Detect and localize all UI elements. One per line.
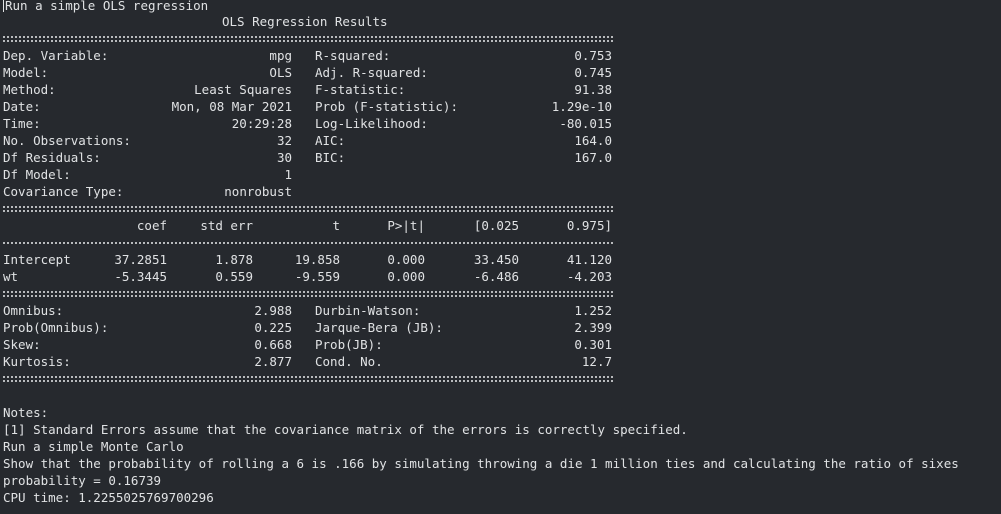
summary-value: 167.0: [574, 150, 612, 165]
run-monte-carlo-label: Run a simple Monte Carlo: [3, 439, 184, 454]
coef-header: t: [332, 218, 340, 233]
diag-value: 0.668: [254, 337, 292, 352]
summary-value: 0.753: [574, 48, 612, 63]
summary-label: Dep. Variable:: [3, 48, 109, 63]
summary-value: Mon, 08 Mar 2021: [171, 99, 292, 114]
summary-value: 0.745: [574, 65, 612, 80]
separator-double: [3, 206, 613, 212]
coef-header: [0.025: [473, 218, 519, 233]
coef-cell: -9.559: [294, 269, 340, 284]
summary-value: mpg: [269, 48, 292, 63]
notes-text: [1] Standard Errors assume that the cova…: [3, 422, 688, 437]
summary-label: Covariance Type:: [3, 184, 124, 199]
summary-label: BIC:: [315, 150, 346, 165]
summary-value: nonrobust: [224, 184, 292, 199]
summary-label: Df Residuals:: [3, 150, 101, 165]
summary-value: -80.015: [559, 116, 612, 131]
diag-label: Omnibus:: [3, 303, 64, 318]
text-cursor: [3, 0, 4, 12]
diag-label: Skew:: [3, 337, 41, 352]
diag-value: 1.252: [574, 303, 612, 318]
summary-label: Time:: [3, 116, 41, 131]
summary-label: AIC:: [315, 133, 346, 148]
coef-cell: -4.203: [566, 269, 612, 284]
summary-value: 1: [284, 167, 292, 182]
coef-header: std err: [200, 218, 253, 233]
summary-label: Prob (F-statistic):: [315, 99, 458, 114]
diag-value: 0.225: [254, 320, 292, 335]
coef-cell: 1.878: [215, 252, 253, 267]
summary-value: 1.29e-10: [551, 99, 612, 114]
summary-value: 32: [276, 133, 292, 148]
summary-label: Date:: [3, 99, 41, 114]
diag-label: Kurtosis:: [3, 354, 71, 369]
run-ols-label: Run a simple OLS regression: [3, 0, 209, 13]
diag-value: 2.399: [574, 320, 612, 335]
summary-label: R-squared:: [315, 48, 391, 63]
diag-value: 0.301: [574, 337, 612, 352]
coef-row-name: Intercept: [3, 252, 71, 267]
coef-header: P>|t|: [387, 218, 425, 233]
diag-value: 2.877: [254, 354, 292, 369]
coef-cell: 0.000: [387, 252, 425, 267]
coef-cell: 37.2851: [114, 252, 167, 267]
coef-cell: 19.858: [294, 252, 340, 267]
results-title: OLS Regression Results: [222, 14, 388, 29]
summary-label: Model:: [3, 65, 49, 80]
summary-value: 91.38: [574, 82, 612, 97]
summary-label: Df Model:: [3, 167, 71, 182]
diag-label: Prob(JB):: [315, 337, 383, 352]
summary-label: F-statistic:: [315, 82, 406, 97]
diag-value: 12.7: [581, 354, 612, 369]
summary-label: No. Observations:: [3, 133, 131, 148]
coef-cell: -5.3445: [114, 269, 167, 284]
coef-cell: 0.000: [387, 269, 425, 284]
probability-output: probability = 0.16739: [3, 473, 162, 488]
separator-double: [3, 376, 613, 382]
coef-cell: 0.559: [215, 269, 253, 284]
separator-double: [3, 36, 613, 42]
notes-heading: Notes:: [3, 405, 49, 420]
summary-label: Method:: [3, 82, 56, 97]
coef-header: coef: [136, 218, 167, 233]
monte-carlo-description: Show that the probability of rolling a 6…: [3, 456, 959, 471]
summary-value: 30: [276, 150, 292, 165]
cpu-time-output: CPU time: 1.2255025769700296: [3, 490, 214, 505]
diag-label: Cond. No.: [315, 354, 383, 369]
diag-value: 2.988: [254, 303, 292, 318]
diag-label: Durbin-Watson:: [315, 303, 421, 318]
summary-value: 20:29:28: [231, 116, 292, 131]
separator-single: [3, 242, 613, 244]
summary-label: Log-Likelihood:: [315, 116, 428, 131]
summary-label: Adj. R-squared:: [315, 65, 428, 80]
diag-label: Prob(Omnibus):: [3, 320, 109, 335]
coef-header: 0.975]: [566, 218, 612, 233]
coef-cell: -6.486: [473, 269, 519, 284]
coef-cell: 41.120: [566, 252, 612, 267]
summary-value: Least Squares: [194, 82, 292, 97]
summary-value: 164.0: [574, 133, 612, 148]
diag-label: Jarque-Bera (JB):: [315, 320, 443, 335]
summary-value: OLS: [269, 65, 292, 80]
separator-double: [3, 291, 613, 297]
coef-cell: 33.450: [473, 252, 519, 267]
coef-row-name: wt: [3, 269, 19, 284]
terminal-output: Run a simple OLS regression OLS Regressi…: [0, 0, 1001, 514]
